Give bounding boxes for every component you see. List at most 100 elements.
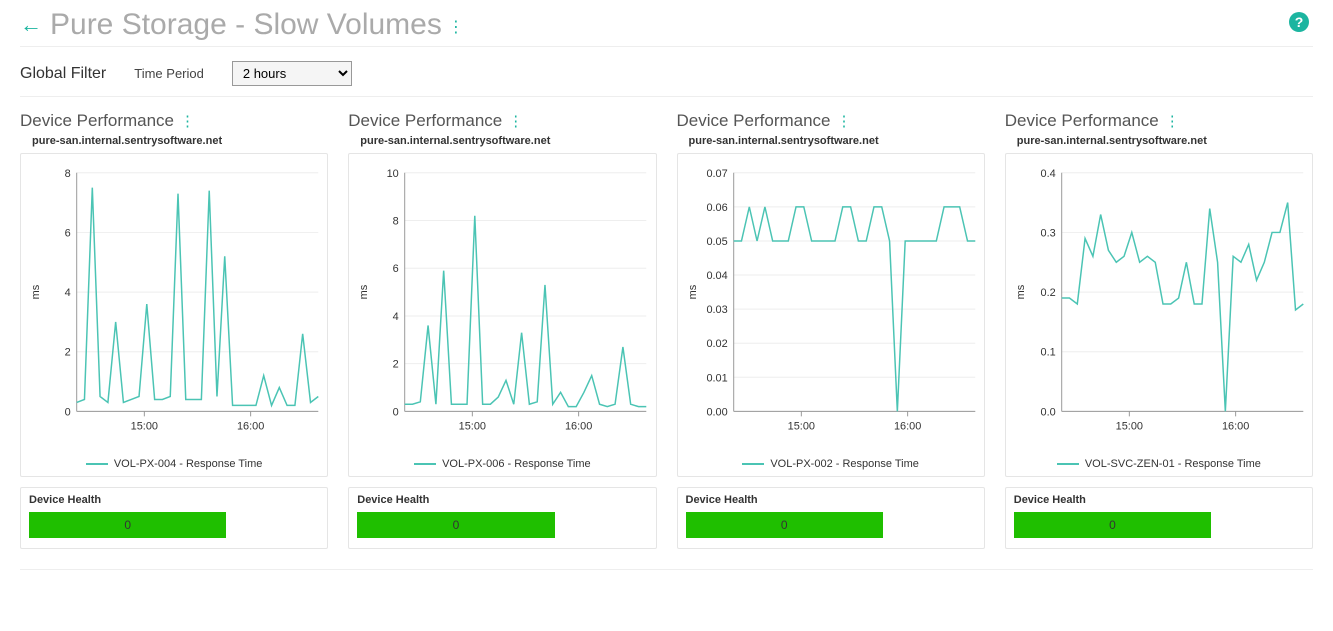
global-filter-bar: Global Filter Time Period 2 hours <box>20 47 1313 97</box>
device-health-bar[interactable]: 0 <box>1014 512 1211 538</box>
svg-text:8: 8 <box>65 168 71 180</box>
panels-row: Device Performance ⋮ pure-san.internal.sen… <box>20 97 1313 570</box>
global-filter-label: Global Filter <box>20 65 106 83</box>
series-line <box>1061 203 1303 412</box>
svg-text:15:00: 15:00 <box>1115 420 1142 432</box>
line-chart[interactable]: 0.00 0.01 0.02 0.03 0.04 0.05 0.06 0.07 ms 15:00 1… <box>682 162 980 452</box>
device-performance-panel: Device Performance ⋮ pure-san.internal.sen… <box>348 111 656 549</box>
svg-text:6: 6 <box>393 263 399 275</box>
y-axis-label: ms <box>30 284 42 299</box>
svg-text:0.1: 0.1 <box>1040 347 1055 359</box>
device-health-value: 0 <box>781 518 788 532</box>
chart-card: 0.0 0.1 0.2 0.3 0.4 ms 15:00 16:00 VOL-SVC-ZEN-0… <box>1005 153 1313 477</box>
svg-text:8: 8 <box>393 215 399 227</box>
legend: VOL-PX-004 - Response Time <box>25 452 323 472</box>
svg-text:16:00: 16:00 <box>237 420 264 432</box>
panel-title: Device Performance <box>20 111 174 131</box>
svg-text:0.01: 0.01 <box>706 372 727 384</box>
device-health-bar[interactable]: 0 <box>686 512 883 538</box>
legend: VOL-SVC-ZEN-01 - Response Time <box>1010 452 1308 472</box>
legend-label: VOL-PX-002 - Response Time <box>770 458 919 470</box>
panel-title: Device Performance <box>1005 111 1159 131</box>
svg-text:2: 2 <box>393 359 399 371</box>
legend-swatch-icon <box>1057 463 1079 465</box>
svg-text:16:00: 16:00 <box>1222 420 1249 432</box>
svg-text:0.04: 0.04 <box>706 270 727 282</box>
panel-subtitle: pure-san.internal.sentrysoftware.net <box>677 135 985 147</box>
svg-text:15:00: 15:00 <box>459 420 486 432</box>
svg-text:0: 0 <box>65 406 71 418</box>
svg-text:0.05: 0.05 <box>706 236 727 248</box>
device-health-card: Device Health 0 <box>348 487 656 549</box>
y-axis-label: ms <box>1015 284 1027 299</box>
svg-text:0.3: 0.3 <box>1040 227 1055 239</box>
svg-text:10: 10 <box>387 168 399 180</box>
panel-menu-icon[interactable]: ⋮ <box>837 112 852 130</box>
svg-text:16:00: 16:00 <box>565 420 592 432</box>
chart-card: 0.00 0.01 0.02 0.03 0.04 0.05 0.06 0.07 ms 15:00 1… <box>677 153 985 477</box>
device-health-label: Device Health <box>29 494 319 506</box>
svg-text:0.06: 0.06 <box>706 202 727 214</box>
svg-text:0.0: 0.0 <box>1040 406 1055 418</box>
y-axis-label: ms <box>358 284 370 299</box>
device-health-value: 0 <box>124 518 131 532</box>
legend: VOL-PX-002 - Response Time <box>682 452 980 472</box>
panel-menu-icon[interactable]: ⋮ <box>508 112 523 130</box>
svg-text:4: 4 <box>393 311 399 323</box>
device-performance-panel: Device Performance ⋮ pure-san.internal.sen… <box>1005 111 1313 549</box>
device-performance-panel: Device Performance ⋮ pure-san.internal.sen… <box>677 111 985 549</box>
page-header: ← Pure Storage - Slow Volumes ⋮ ? <box>20 0 1313 47</box>
legend-label: VOL-PX-006 - Response Time <box>442 458 591 470</box>
page-title-menu-icon[interactable]: ⋮ <box>448 17 464 37</box>
svg-text:6: 6 <box>65 227 71 239</box>
device-performance-panel: Device Performance ⋮ pure-san.internal.sen… <box>20 111 328 549</box>
device-health-card: Device Health 0 <box>1005 487 1313 549</box>
svg-text:0.4: 0.4 <box>1040 168 1055 180</box>
device-health-label: Device Health <box>686 494 976 506</box>
device-health-bar[interactable]: 0 <box>357 512 554 538</box>
panel-menu-icon[interactable]: ⋮ <box>1165 112 1180 130</box>
svg-text:0.03: 0.03 <box>706 304 727 316</box>
svg-text:4: 4 <box>65 287 71 299</box>
device-health-label: Device Health <box>357 494 647 506</box>
help-icon[interactable]: ? <box>1289 12 1309 32</box>
svg-text:0.00: 0.00 <box>706 406 727 418</box>
line-chart[interactable]: 0 2 4 6 8 10 ms 15:00 16:00 <box>353 162 651 452</box>
svg-text:2: 2 <box>65 347 71 359</box>
device-health-value: 0 <box>1109 518 1116 532</box>
legend-swatch-icon <box>742 463 764 465</box>
panel-title: Device Performance <box>677 111 831 131</box>
series-line <box>77 188 319 406</box>
device-health-card: Device Health 0 <box>20 487 328 549</box>
y-axis-label: ms <box>686 284 698 299</box>
line-chart[interactable]: 0.0 0.1 0.2 0.3 0.4 ms 15:00 16:00 <box>1010 162 1308 452</box>
line-chart[interactable]: 0 2 4 6 8 ms 15:00 16:00 <box>25 162 323 452</box>
svg-text:16:00: 16:00 <box>893 420 920 432</box>
svg-text:0.2: 0.2 <box>1040 287 1055 299</box>
svg-text:15:00: 15:00 <box>787 420 814 432</box>
time-period-select[interactable]: 2 hours <box>232 61 352 86</box>
legend-swatch-icon <box>414 463 436 465</box>
svg-text:15:00: 15:00 <box>131 420 158 432</box>
panel-menu-icon[interactable]: ⋮ <box>180 112 195 130</box>
device-health-label: Device Health <box>1014 494 1304 506</box>
back-arrow-icon[interactable]: ← <box>20 12 42 38</box>
panel-subtitle: pure-san.internal.sentrysoftware.net <box>348 135 656 147</box>
chart-card: 0 2 4 6 8 10 ms 15:00 16:00 VOL-PX-006 - Response… <box>348 153 656 477</box>
series-line <box>405 216 647 407</box>
device-health-bar[interactable]: 0 <box>29 512 226 538</box>
legend-swatch-icon <box>86 463 108 465</box>
svg-text:0.07: 0.07 <box>706 168 727 180</box>
chart-card: 0 2 4 6 8 ms 15:00 16:00 VOL-PX-004 - Response T… <box>20 153 328 477</box>
device-health-card: Device Health 0 <box>677 487 985 549</box>
svg-text:0.02: 0.02 <box>706 338 727 350</box>
legend: VOL-PX-006 - Response Time <box>353 452 651 472</box>
panel-subtitle: pure-san.internal.sentrysoftware.net <box>1005 135 1313 147</box>
panel-subtitle: pure-san.internal.sentrysoftware.net <box>20 135 328 147</box>
panel-title: Device Performance <box>348 111 502 131</box>
page-title: Pure Storage - Slow Volumes <box>50 8 442 42</box>
time-period-label: Time Period <box>134 66 204 81</box>
device-health-value: 0 <box>453 518 460 532</box>
legend-label: VOL-SVC-ZEN-01 - Response Time <box>1085 458 1261 470</box>
svg-text:0: 0 <box>393 406 399 418</box>
